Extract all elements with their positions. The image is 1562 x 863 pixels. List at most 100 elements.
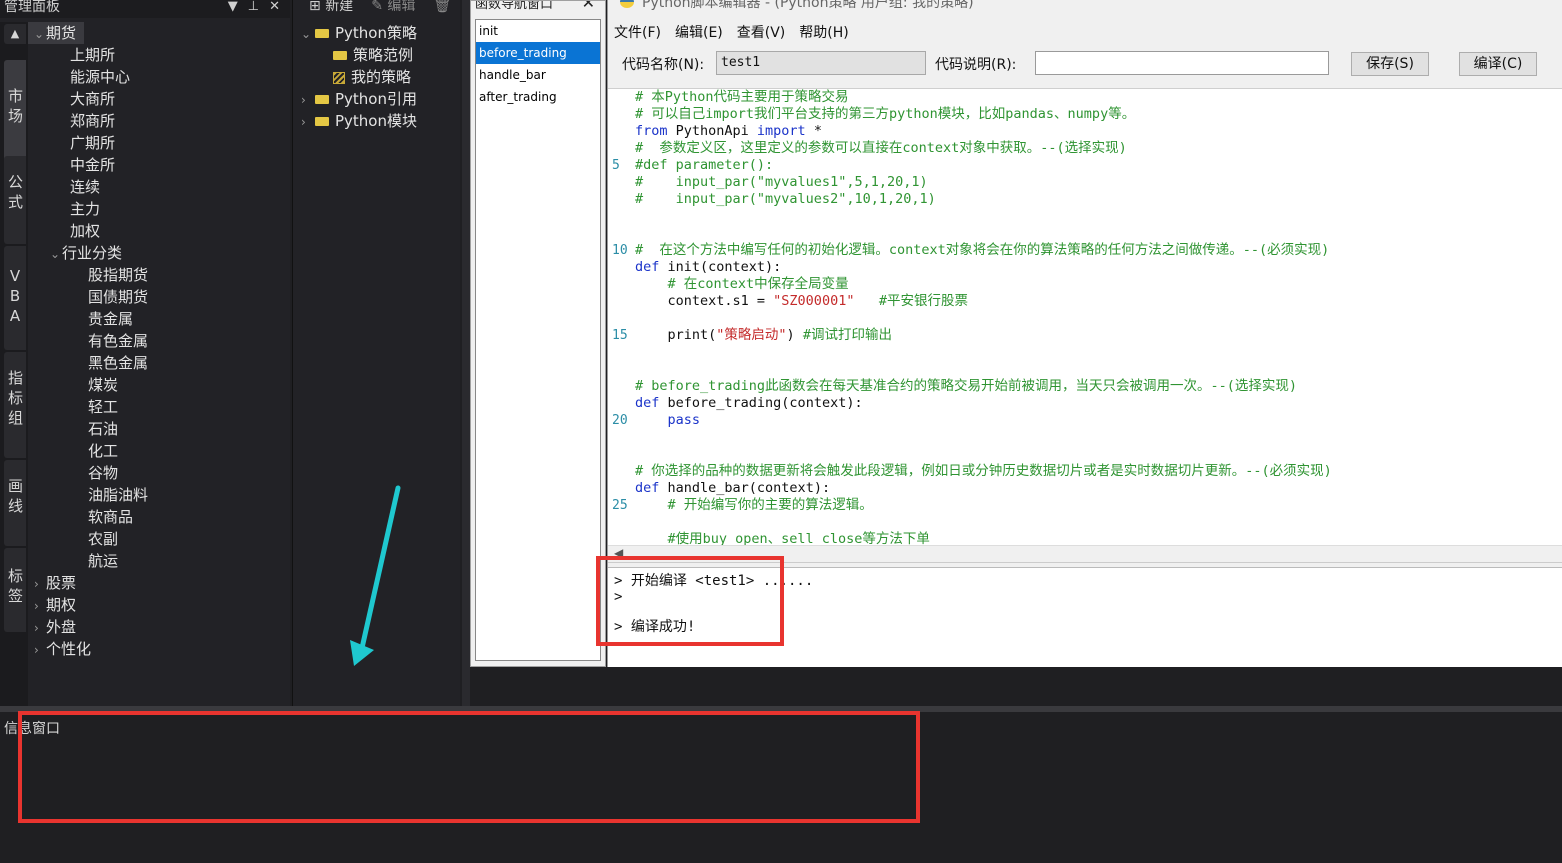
scroll-up-icon[interactable]: ▲: [4, 24, 26, 44]
code-token: # input_par("myvalues2",10,1,20,1): [635, 191, 936, 207]
code-desc-label: 代码说明(R):: [935, 57, 1017, 73]
chevron-right-icon[interactable]: ›: [301, 89, 315, 111]
close-icon[interactable]: ✕: [269, 0, 280, 14]
strategy-tree-label: 我的策略: [351, 68, 412, 86]
code-name-input[interactable]: test1: [716, 51, 926, 75]
tree-item[interactable]: 主力: [50, 198, 100, 220]
tree-item-label: 加权: [70, 222, 101, 240]
menu-view[interactable]: 查看(V): [737, 22, 786, 42]
tree-item-label: 行业分类: [62, 244, 123, 262]
tree-item[interactable]: › 外盘: [34, 616, 76, 638]
tree-item[interactable]: 化工: [68, 440, 118, 462]
strategy-tree-item[interactable]: › Python引用: [301, 88, 417, 110]
chevron-right-icon[interactable]: ›: [34, 573, 46, 595]
strategy-tree-item[interactable]: ⌄ Python策略: [301, 22, 417, 44]
tab-drawing[interactable]: 画线: [4, 460, 26, 546]
tree-item-label: 能源中心: [70, 68, 131, 86]
tab-label[interactable]: 标签: [4, 548, 26, 632]
function-list-item[interactable]: before_trading: [476, 42, 600, 64]
edit-button[interactable]: ✎ 编辑: [371, 0, 415, 18]
code-editor[interactable]: # 本Python代码主要用于策略交易 # 可以自己import我们平台支持的第三…: [608, 88, 1562, 545]
chevron-down-icon[interactable]: ⌄: [301, 23, 315, 45]
code-text: # 在这个方法中编写任何的初始化逻辑。context对象将会在你的算法策略的任何…: [635, 242, 1329, 259]
tree-item[interactable]: 股指期货: [68, 264, 148, 286]
tree-item[interactable]: 谷物: [68, 462, 118, 484]
tree-item[interactable]: 黑色金属: [68, 352, 148, 374]
tree-item[interactable]: 上期所: [50, 44, 115, 66]
code-text: #def parameter():: [635, 157, 773, 174]
code-text: # 在context中保存全局变量: [635, 276, 849, 293]
menu-edit[interactable]: 编辑(E): [675, 22, 723, 42]
tree-item[interactable]: 航运: [68, 550, 118, 572]
tree-item[interactable]: 贵金属: [68, 308, 133, 330]
strategy-tree-label: Python策略: [335, 24, 417, 42]
code-token: # 在这个方法中编写任何的初始化逻辑。context对象将会在你的算法策略的任何…: [635, 242, 1330, 258]
strategy-tree-label: Python模块: [335, 112, 417, 130]
menu-help[interactable]: 帮助(H): [799, 22, 848, 42]
strategy-tree-item[interactable]: 我的策略: [319, 66, 411, 88]
strategy-tree-item[interactable]: › Python模块: [301, 110, 417, 132]
code-desc-input[interactable]: [1035, 51, 1329, 75]
code-text: # input_par("myvalues1",5,1,20,1): [635, 174, 928, 191]
delete-icon[interactable]: 🗑: [433, 0, 451, 18]
tab-vba[interactable]: VBA: [4, 246, 26, 350]
function-list-item[interactable]: init: [476, 20, 600, 42]
compile-button[interactable]: 编译(C): [1459, 52, 1537, 76]
tree-item[interactable]: › 个性化: [34, 638, 91, 660]
chevron-down-icon[interactable]: ⌄: [34, 23, 46, 45]
panel-menu-icon[interactable]: ▼: [228, 0, 238, 14]
chevron-right-icon[interactable]: ›: [34, 639, 46, 661]
function-list-item[interactable]: after_trading: [476, 86, 600, 108]
tree-item-label: 广期所: [70, 134, 116, 152]
close-icon[interactable]: ✕: [582, 1, 595, 11]
tree-item-label: 农副: [88, 530, 119, 548]
tree-item[interactable]: 国债期货: [68, 286, 148, 308]
pin-icon[interactable]: ⊥: [248, 0, 259, 14]
tree-item[interactable]: ⌄ 行业分类: [50, 242, 122, 264]
tree-item-label: 期货: [46, 24, 77, 42]
tree-item[interactable]: ⌄ 期货: [28, 22, 84, 44]
tab-indicator-group[interactable]: 指标组: [4, 352, 26, 458]
side-tab-label: 公式: [8, 173, 24, 211]
new-button[interactable]: ⊞ 新建: [309, 0, 353, 18]
tree-item[interactable]: 农副: [68, 528, 118, 550]
tab-formula[interactable]: 公式: [4, 156, 26, 244]
tree-item[interactable]: 软商品: [68, 506, 133, 528]
chevron-down-icon[interactable]: ⌄: [50, 243, 62, 265]
chevron-right-icon[interactable]: ›: [301, 111, 315, 133]
code-text: from PythonApi import *: [635, 123, 822, 140]
tree-item[interactable]: 连续: [50, 176, 100, 198]
tree-item[interactable]: 大商所: [50, 88, 115, 110]
tree-item[interactable]: 加权: [50, 220, 100, 242]
chevron-right-icon[interactable]: ›: [34, 595, 46, 617]
tree-item[interactable]: 能源中心: [50, 66, 130, 88]
panel-scrollbar[interactable]: [462, 0, 470, 706]
side-tab-label: 画线: [8, 477, 24, 515]
tree-item[interactable]: 中金所: [50, 154, 115, 176]
tree-item[interactable]: › 股票: [34, 572, 76, 594]
function-navigator-titlebar: 函数导航窗口 ✕: [471, 1, 605, 15]
function-list-item[interactable]: handle_bar: [476, 64, 600, 86]
tree-item[interactable]: 油脂油料: [68, 484, 148, 506]
code-token: pass: [635, 412, 701, 428]
tree-item[interactable]: 石油: [68, 418, 118, 440]
line-number: 5: [612, 158, 620, 173]
code-token: # input_par("myvalues1",5,1,20,1): [635, 174, 928, 190]
strategy-tree-item[interactable]: 策略范例: [319, 44, 413, 66]
tree-item-label: 轻工: [88, 398, 119, 416]
menu-file[interactable]: 文件(F): [614, 22, 661, 42]
tree-item[interactable]: 煤炭: [68, 374, 118, 396]
tree-item[interactable]: 轻工: [68, 396, 118, 418]
management-panel: 管理面板 ▼ ⊥ ✕ ▲ 市场 公式 VBA 指标组 画线 标签 ⌄ 期货 上期所能…: [0, 0, 290, 706]
tree-item[interactable]: 郑商所: [50, 110, 115, 132]
tree-item[interactable]: 广期所: [50, 132, 115, 154]
tree-item[interactable]: › 期权: [34, 594, 76, 616]
document-icon: [333, 71, 345, 84]
save-button[interactable]: 保存(S): [1351, 52, 1429, 76]
code-token: "策略启动": [716, 327, 787, 343]
folder-icon: [333, 51, 347, 60]
tree-item[interactable]: 有色金属: [68, 330, 148, 352]
annotation-arrow-icon: [350, 485, 401, 666]
chevron-right-icon[interactable]: ›: [34, 617, 46, 639]
strategy-tree-label: Python引用: [335, 90, 417, 108]
